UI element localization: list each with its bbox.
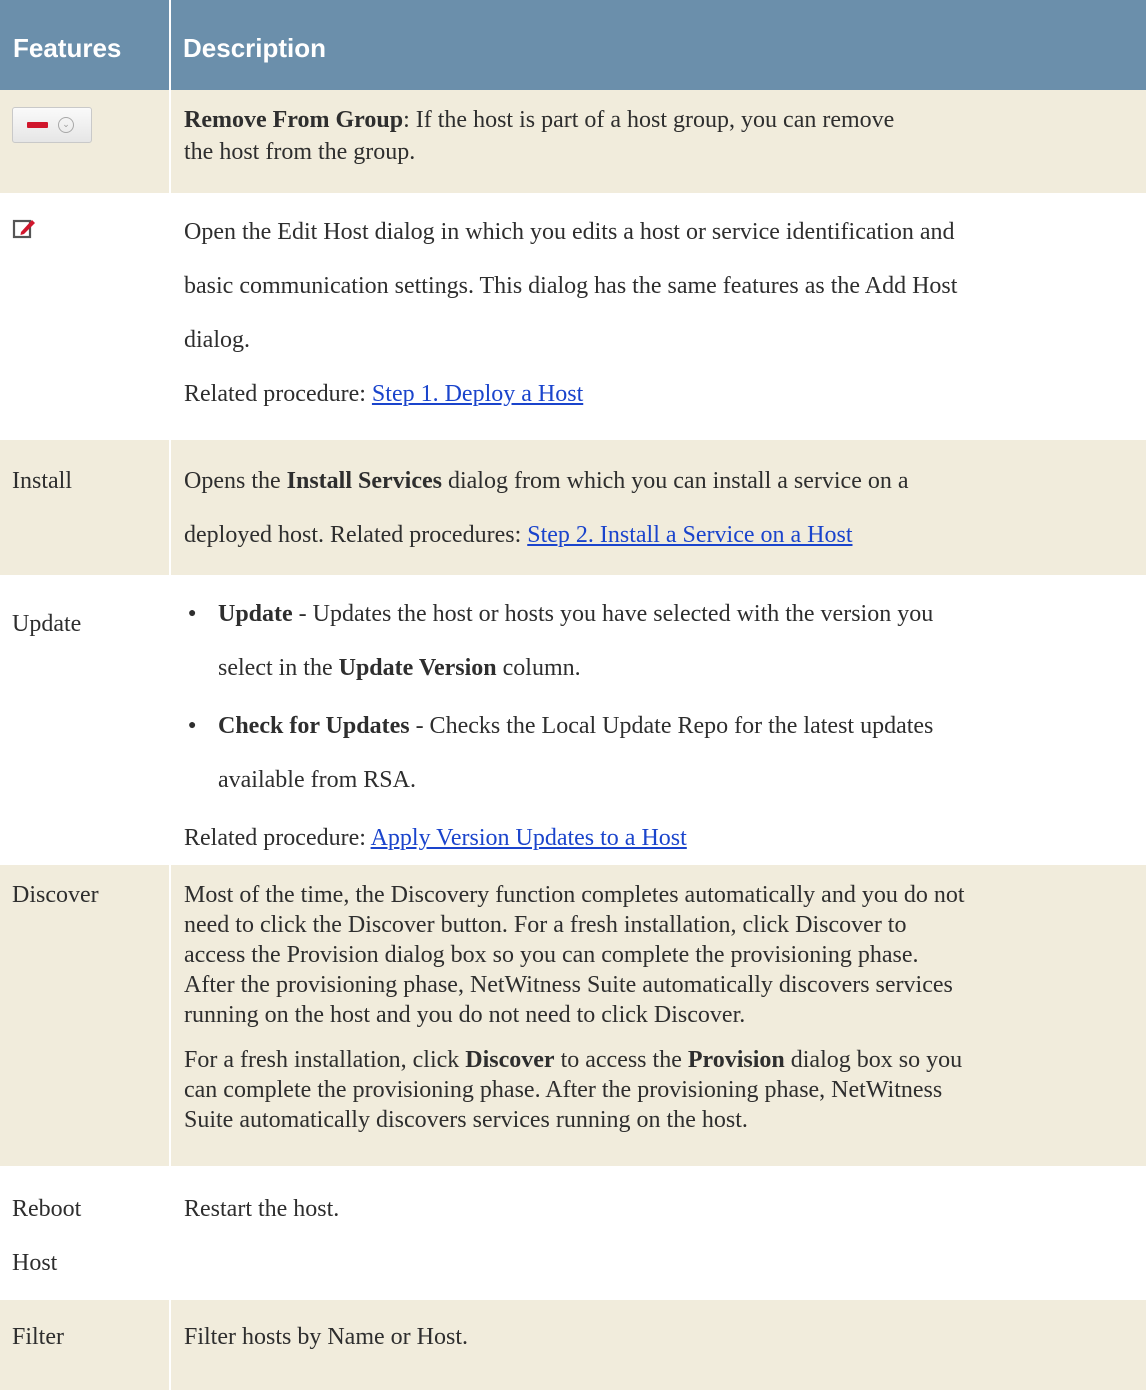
feature-cell: Install — [0, 440, 171, 576]
description-cell: ● Update - Updates the host or hosts you… — [170, 576, 1146, 865]
feature-reboot-host: Reboot Host — [12, 1196, 82, 1276]
feature-cell: Reboot Host — [0, 1167, 171, 1300]
description-cell: Most of the time, the Discovery function… — [170, 865, 1146, 1167]
feature-cell: Update — [0, 576, 171, 865]
table-row: Open the Edit Host dialog in which you e… — [0, 194, 1146, 440]
table-row: Filter Filter hosts by Name or Host. — [0, 1300, 1146, 1391]
features-table: Features Description ⌄ Remove From Group… — [0, 0, 1146, 1392]
description-cell: Restart the host. — [170, 1167, 1146, 1300]
link-install-service[interactable]: Step 2. Install a Service on a Host — [527, 522, 852, 548]
remove-from-group-icon: ⌄ — [12, 107, 92, 143]
edit-icon — [12, 217, 36, 241]
header-description: Description — [170, 0, 1146, 90]
table-header-row: Features Description — [0, 0, 1146, 90]
description-cell: Open the Edit Host dialog in which you e… — [170, 194, 1146, 440]
table-row: Update ● Update - Updates the host or ho… — [0, 576, 1146, 865]
remove-from-group-label: Remove From Group — [184, 107, 404, 133]
description-cell: Opens the Install Services dialog from w… — [170, 440, 1146, 576]
link-apply-version-updates[interactable]: Apply Version Updates to a Host — [371, 825, 687, 851]
feature-cell: ⌄ — [0, 90, 171, 194]
table-row: Install Opens the Install Services dialo… — [0, 440, 1146, 576]
table-row: ⌄ Remove From Group: If the host is part… — [0, 90, 1146, 194]
list-item: ● Check for Updates - Checks the Local U… — [188, 713, 934, 793]
feature-filter: Filter — [12, 1324, 64, 1350]
list-item: ● Update - Updates the host or hosts you… — [188, 601, 934, 681]
description-cell: Filter hosts by Name or Host. — [170, 1300, 1146, 1391]
table-row: Discover Most of the time, the Discovery… — [0, 865, 1146, 1167]
feature-cell: Filter — [0, 1300, 171, 1391]
feature-discover: Discover — [12, 882, 99, 908]
feature-update: Update — [12, 611, 82, 637]
link-deploy-host[interactable]: Step 1. Deploy a Host — [372, 381, 583, 407]
table-row: Reboot Host Restart the host. — [0, 1167, 1146, 1300]
feature-install: Install — [12, 468, 72, 494]
header-features: Features — [0, 0, 171, 90]
feature-cell: Discover — [0, 865, 171, 1167]
feature-cell — [0, 194, 171, 440]
description-cell: Remove From Group: If the host is part o… — [170, 90, 1146, 194]
